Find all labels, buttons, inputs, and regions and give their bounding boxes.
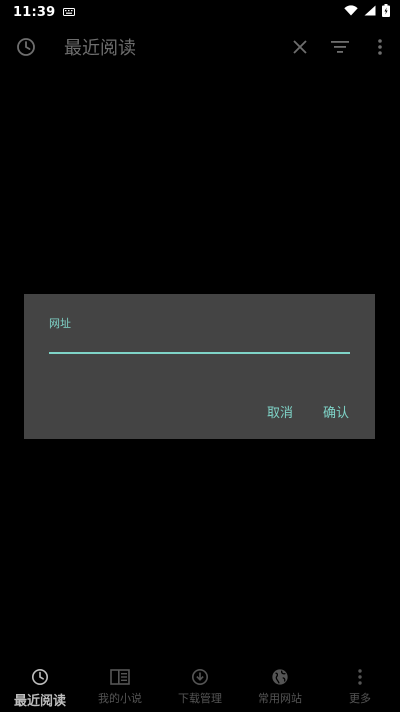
filter-icon[interactable] [328, 35, 352, 59]
wifi-icon [344, 4, 358, 20]
nav-item-novels[interactable]: 我的小说 [80, 664, 160, 712]
close-icon[interactable] [288, 35, 312, 59]
cancel-button[interactable]: 取消 [267, 402, 293, 421]
more-vertical-icon[interactable] [368, 35, 392, 59]
more-vertical-icon [350, 667, 370, 687]
nav-label: 更多 [349, 692, 371, 705]
url-dialog: 网址 取消 确认 [24, 294, 375, 439]
screen: 11:39 最近阅读 网址 取消 确认 最近阅读 我的小说 下载管理 常用网站 … [0, 0, 400, 712]
signal-icon [364, 5, 376, 20]
url-input[interactable] [49, 330, 350, 354]
book-icon [110, 667, 130, 687]
bottom-nav: 最近阅读 我的小说 下载管理 常用网站 更多 [0, 664, 400, 712]
app-bar: 最近阅读 [0, 24, 400, 70]
globe-icon [270, 667, 290, 687]
nav-label: 最近阅读 [13, 694, 66, 709]
nav-label: 常用网站 [258, 692, 302, 705]
status-time: 11:39 [13, 4, 56, 20]
url-field-label: 网址 [49, 317, 71, 330]
dialog-buttons: 取消 确认 [267, 402, 349, 421]
clock-icon[interactable] [14, 35, 38, 59]
status-right [344, 3, 390, 21]
nav-item-recent[interactable]: 最近阅读 [0, 664, 80, 712]
app-bar-actions [288, 35, 392, 59]
clock-icon [30, 667, 50, 687]
keyboard-icon [63, 5, 76, 20]
nav-item-websites[interactable]: 常用网站 [240, 664, 320, 712]
status-bar: 11:39 [0, 0, 400, 24]
nav-item-more[interactable]: 更多 [320, 664, 400, 712]
nav-label: 下载管理 [178, 692, 222, 705]
app-bar-title: 最近阅读 [64, 38, 136, 59]
nav-item-downloads[interactable]: 下载管理 [160, 664, 240, 712]
battery-icon [382, 3, 390, 21]
download-icon [190, 667, 210, 687]
nav-label: 我的小说 [98, 692, 142, 705]
confirm-button[interactable]: 确认 [323, 402, 349, 421]
